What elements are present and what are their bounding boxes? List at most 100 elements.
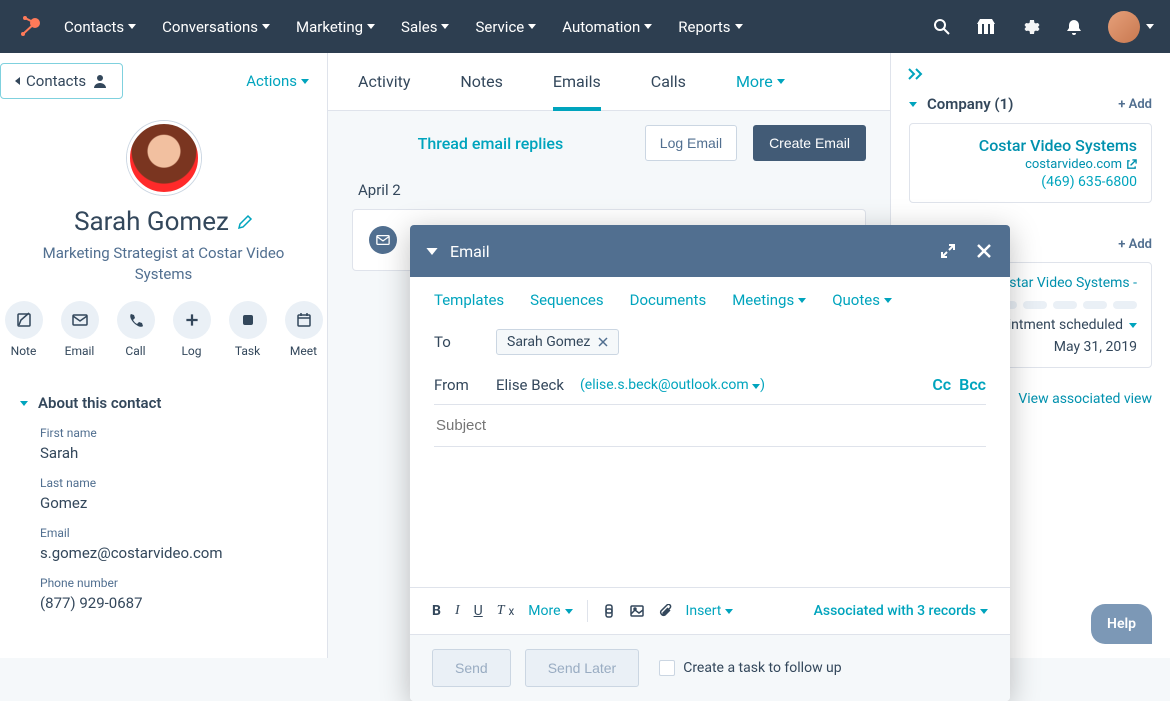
company-card[interactable]: Costar Video Systems costarvideo.com (46… (909, 123, 1152, 203)
from-row[interactable]: From Elise Beck (elise.s.beck@outlook.co… (410, 365, 1010, 404)
tab-emails[interactable]: Emails (553, 53, 601, 111)
bcc-button[interactable]: Bcc (959, 375, 986, 394)
first-name-field[interactable]: First nameSarah (0, 422, 327, 472)
link-button[interactable] (602, 604, 616, 618)
company-section-toggle[interactable]: Company (1) + Add (909, 95, 1152, 113)
send-later-button[interactable]: Send Later (525, 649, 640, 687)
add-deal-link[interactable]: + Add (1118, 237, 1152, 252)
nav-contacts[interactable]: Contacts (64, 18, 136, 36)
subject-input[interactable] (434, 415, 986, 436)
contact-subtitle: Marketing Strategist at Costar Video Sys… (20, 243, 307, 285)
search-icon[interactable] (932, 17, 952, 37)
call-button[interactable] (117, 301, 155, 339)
remove-chip-icon[interactable] (598, 337, 608, 347)
view-associated-link[interactable]: View associated view (1018, 391, 1152, 407)
underline-button[interactable]: U (474, 603, 483, 619)
user-icon (92, 73, 108, 89)
collapse-sidebar-button[interactable] (891, 59, 1170, 87)
company-url[interactable]: costarvideo.com (1025, 157, 1122, 172)
chevron-down-icon[interactable] (1129, 323, 1137, 328)
chevron-down-icon (20, 401, 28, 406)
hubspot-logo-icon[interactable] (16, 13, 44, 41)
phone-field[interactable]: Phone number(877) 929-0687 (0, 572, 327, 622)
account-menu[interactable] (1108, 11, 1154, 43)
create-email-button[interactable]: Create Email (753, 125, 866, 161)
email-body-editor[interactable] (410, 447, 1010, 587)
clear-format-button[interactable]: Tx (497, 603, 515, 619)
about-header: About this contact (38, 394, 161, 412)
last-name-field[interactable]: Last nameGomez (0, 472, 327, 522)
timeline-date: April 2 (328, 177, 890, 209)
contact-profile: Sarah Gomez Marketing Strategist at Cost… (0, 107, 327, 378)
documents-tab[interactable]: Documents (630, 291, 707, 309)
nav-sales[interactable]: Sales (401, 18, 449, 36)
contact-sidebar: Contacts Actions Sarah Gomez Marketing S… (0, 53, 328, 658)
cc-button[interactable]: Cc (932, 375, 951, 394)
note-button[interactable] (5, 301, 43, 339)
chevron-down-icon (735, 24, 743, 29)
collapse-composer-icon[interactable] (426, 248, 437, 255)
chevron-down-icon (644, 24, 652, 29)
to-row[interactable]: To Sarah Gomez (410, 319, 1010, 365)
field-value: s.gomez@costarvideo.com (40, 544, 287, 562)
italic-button[interactable]: I (455, 603, 460, 619)
call-action: Call (117, 301, 155, 358)
record-tabs: Activity Notes Emails Calls More (328, 53, 890, 111)
from-email-value: elise.s.beck@outlook.com (585, 377, 749, 393)
nav-label: Marketing (296, 18, 363, 36)
expand-icon[interactable] (940, 243, 956, 259)
nav-label: Contacts (64, 18, 124, 36)
log-email-button[interactable]: Log Email (645, 125, 737, 161)
bold-button[interactable]: B (432, 603, 441, 619)
actions-menu[interactable]: Actions (246, 72, 309, 90)
nav-reports[interactable]: Reports (678, 18, 742, 36)
nav-marketing[interactable]: Marketing (296, 18, 375, 36)
followup-task-checkbox[interactable]: Create a task to follow up (659, 660, 841, 676)
associated-records-button[interactable]: Associated with 3 records (814, 603, 988, 619)
add-company-link[interactable]: + Add (1118, 97, 1152, 112)
meet-button[interactable] (285, 301, 323, 339)
image-button[interactable] (630, 604, 644, 618)
quotes-tab[interactable]: Quotes (832, 291, 892, 309)
more-format-button[interactable]: More (528, 603, 572, 619)
chevron-left-icon (15, 77, 20, 85)
about-section-toggle[interactable]: About this contact (0, 378, 327, 422)
help-button[interactable]: Help (1091, 604, 1152, 644)
templates-tab[interactable]: Templates (434, 291, 504, 309)
marketplace-icon[interactable] (976, 17, 996, 37)
close-icon[interactable] (976, 243, 992, 259)
field-value: Sarah (40, 444, 287, 462)
edit-pencil-icon[interactable] (237, 214, 253, 230)
composer-header[interactable]: Email (410, 225, 1010, 277)
insert-menu[interactable]: Insert (686, 603, 734, 619)
tab-notes[interactable]: Notes (460, 72, 503, 91)
email-button[interactable] (61, 301, 99, 339)
subject-row[interactable] (410, 405, 1010, 446)
email-field[interactable]: Emails.gomez@costarvideo.com (0, 522, 327, 572)
chevron-down-icon (752, 384, 760, 389)
send-button[interactable]: Send (432, 649, 511, 687)
field-label: Last name (40, 476, 287, 490)
recipient-chip[interactable]: Sarah Gomez (496, 329, 619, 355)
sequences-tab[interactable]: Sequences (530, 291, 603, 309)
task-button[interactable] (229, 301, 267, 339)
meetings-tab[interactable]: Meetings (732, 291, 806, 309)
thread-email-link[interactable]: Thread email replies (418, 134, 564, 153)
nav-conversations[interactable]: Conversations (162, 18, 270, 36)
contact-avatar[interactable] (127, 121, 201, 195)
nav-automation[interactable]: Automation (562, 18, 652, 36)
attachment-button[interactable] (658, 604, 672, 618)
settings-gear-icon[interactable] (1020, 17, 1040, 37)
company-phone[interactable]: (469) 635-6800 (924, 174, 1137, 190)
tab-more[interactable]: More (736, 72, 785, 91)
nav-label: Service (475, 18, 524, 36)
notifications-bell-icon[interactable] (1064, 17, 1084, 37)
send-row: Send Send Later Create a task to follow … (410, 634, 1010, 701)
back-contacts-button[interactable]: Contacts (0, 63, 123, 99)
tab-calls[interactable]: Calls (651, 72, 686, 91)
tab-activity[interactable]: Activity (358, 72, 410, 91)
action-label: Meet (290, 344, 317, 358)
from-email[interactable]: (elise.s.beck@outlook.com ) (580, 377, 765, 393)
nav-service[interactable]: Service (475, 18, 536, 36)
log-button[interactable] (173, 301, 211, 339)
